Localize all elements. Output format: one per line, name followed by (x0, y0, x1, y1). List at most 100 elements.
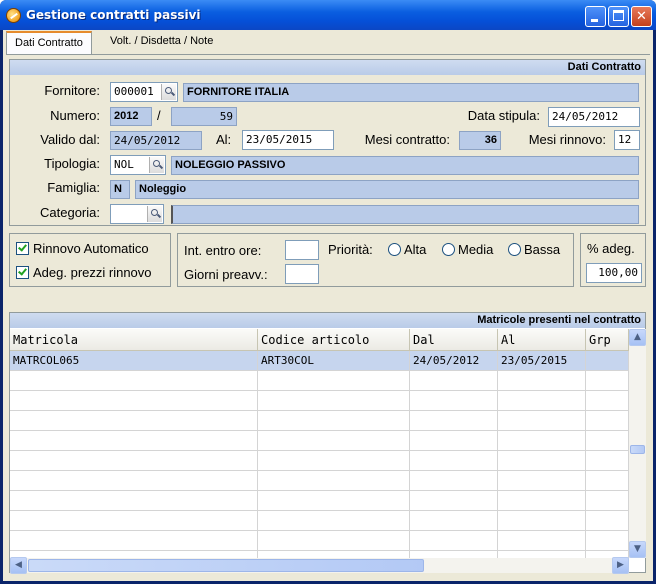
tipologia-code-field[interactable]: NOL (110, 155, 166, 175)
tab-strip: Dati Contratto Volt. / Disdetta / Note (6, 31, 650, 55)
table-cell[interactable] (498, 371, 586, 391)
table-cell[interactable] (586, 471, 629, 491)
table-cell[interactable] (258, 531, 410, 551)
horizontal-scroll-thumb[interactable] (28, 559, 424, 572)
mesi-rinnovo-field[interactable]: 12 (614, 130, 640, 150)
intervention-options-box: Int. entro ore: Giorni preavv.: Priorità… (177, 233, 574, 287)
table-cell[interactable] (10, 531, 258, 551)
priorita-media-radio[interactable] (442, 243, 455, 256)
vertical-scrollbar[interactable]: ▲ ▼ (629, 329, 646, 558)
col-header-codice-articolo[interactable]: Codice articolo (258, 329, 410, 351)
app-icon (6, 8, 21, 23)
table-cell[interactable] (498, 511, 586, 531)
table-cell[interactable] (10, 471, 258, 491)
fornitore-lookup-button[interactable] (161, 84, 176, 100)
vertical-scroll-thumb[interactable] (630, 445, 645, 454)
col-header-al[interactable]: Al (498, 329, 586, 351)
table-cell[interactable] (258, 431, 410, 451)
table-cell[interactable] (258, 491, 410, 511)
col-header-grp[interactable]: Grp (586, 329, 629, 351)
table-cell[interactable] (586, 491, 629, 511)
tipologia-lookup-button[interactable] (149, 157, 164, 173)
table-cell[interactable] (498, 471, 586, 491)
table-cell[interactable] (498, 391, 586, 411)
minimize-button[interactable] (585, 6, 606, 27)
table-cell[interactable] (586, 411, 629, 431)
data-stipula-label: Data stipula: (467, 108, 540, 123)
table-cell[interactable] (410, 431, 498, 451)
table-cell[interactable] (258, 371, 410, 391)
table-cell[interactable] (410, 391, 498, 411)
table-cell[interactable]: 24/05/2012 (410, 351, 498, 371)
horizontal-scrollbar[interactable]: ◀ ▶ (10, 557, 629, 574)
table-cell[interactable] (258, 471, 410, 491)
table-cell[interactable] (410, 451, 498, 471)
table-cell[interactable] (498, 431, 586, 451)
rinnovo-automatico-checkbox[interactable] (16, 242, 29, 255)
table-cell[interactable] (586, 351, 629, 371)
priorita-bassa-radio[interactable] (508, 243, 521, 256)
table-cell[interactable] (498, 531, 586, 551)
table-cell[interactable] (258, 451, 410, 471)
tab-dati-contratto[interactable]: Dati Contratto (6, 31, 92, 55)
close-button[interactable]: ✕ (631, 6, 652, 27)
table-cell[interactable] (410, 491, 498, 511)
al-field[interactable]: 23/05/2015 (242, 130, 334, 150)
numero-year-field: 2012 (110, 107, 152, 126)
categoria-code-field[interactable] (110, 204, 164, 224)
table-cell[interactable] (410, 471, 498, 491)
table-cell[interactable] (258, 511, 410, 531)
table-cell[interactable] (498, 411, 586, 431)
scroll-up-button[interactable]: ▲ (629, 329, 646, 346)
table-cell[interactable]: ART30COL (258, 351, 410, 371)
table-cell[interactable] (410, 411, 498, 431)
categoria-lookup-button[interactable] (147, 206, 162, 222)
table-cell[interactable] (586, 511, 629, 531)
renewal-options-box: Rinnovo Automatico Adeg. prezzi rinnovo (9, 233, 171, 287)
table-cell[interactable] (586, 431, 629, 451)
data-stipula-field[interactable]: 24/05/2012 (548, 107, 640, 127)
table-cell[interactable] (586, 391, 629, 411)
table-cell[interactable] (258, 411, 410, 431)
table-cell[interactable] (10, 391, 258, 411)
table-cell[interactable] (10, 451, 258, 471)
table-cell[interactable] (10, 431, 258, 451)
fornitore-code-field[interactable]: 000001 (110, 82, 178, 102)
rinnovo-automatico-label: Rinnovo Automatico (33, 241, 149, 256)
table-cell[interactable]: MATRCOL065 (10, 351, 258, 371)
table-cell[interactable] (586, 451, 629, 471)
adeg-prezzi-checkbox[interactable] (16, 266, 29, 279)
table-cell[interactable] (498, 491, 586, 511)
scroll-right-button[interactable]: ▶ (612, 557, 629, 574)
table-cell[interactable] (410, 511, 498, 531)
table-cell[interactable]: 23/05/2015 (498, 351, 586, 371)
priorita-bassa-label: Bassa (524, 242, 561, 257)
scroll-left-button[interactable]: ◀ (10, 557, 27, 574)
table-cell[interactable] (586, 371, 629, 391)
int-entro-ore-field[interactable] (285, 240, 319, 260)
table-cell[interactable] (258, 391, 410, 411)
perc-adeg-field[interactable]: 100,00 (586, 263, 642, 283)
adeg-prezzi-label: Adeg. prezzi rinnovo (33, 265, 152, 280)
mesi-contratto-label: Mesi contratto: (364, 132, 450, 147)
fornitore-label: Fornitore: (44, 83, 100, 98)
table-cell[interactable] (410, 371, 498, 391)
table-cell[interactable] (586, 531, 629, 551)
col-header-dal[interactable]: Dal (410, 329, 498, 351)
priorita-alta-radio[interactable] (388, 243, 401, 256)
table-cell[interactable] (10, 371, 258, 391)
table-cell[interactable] (498, 451, 586, 471)
chevron-right-icon: ▶ (617, 560, 624, 570)
scroll-down-button[interactable]: ▼ (629, 541, 646, 558)
title-bar[interactable]: Gestione contratti passivi ✕ (0, 0, 656, 30)
col-header-matricola[interactable]: Matricola (10, 329, 258, 351)
table-cell[interactable] (10, 491, 258, 511)
tab-voltura-disdetta-note[interactable]: Volt. / Disdetta / Note (102, 31, 221, 53)
table-cell[interactable] (10, 511, 258, 531)
table-cell[interactable] (10, 411, 258, 431)
table-cell[interactable] (410, 531, 498, 551)
contract-panel: Dati Contratto Fornitore: 000001 FORNITO… (9, 59, 646, 226)
categoria-desc-field[interactable] (171, 205, 639, 224)
maximize-button[interactable] (608, 6, 629, 27)
giorni-preavv-field[interactable] (285, 264, 319, 284)
